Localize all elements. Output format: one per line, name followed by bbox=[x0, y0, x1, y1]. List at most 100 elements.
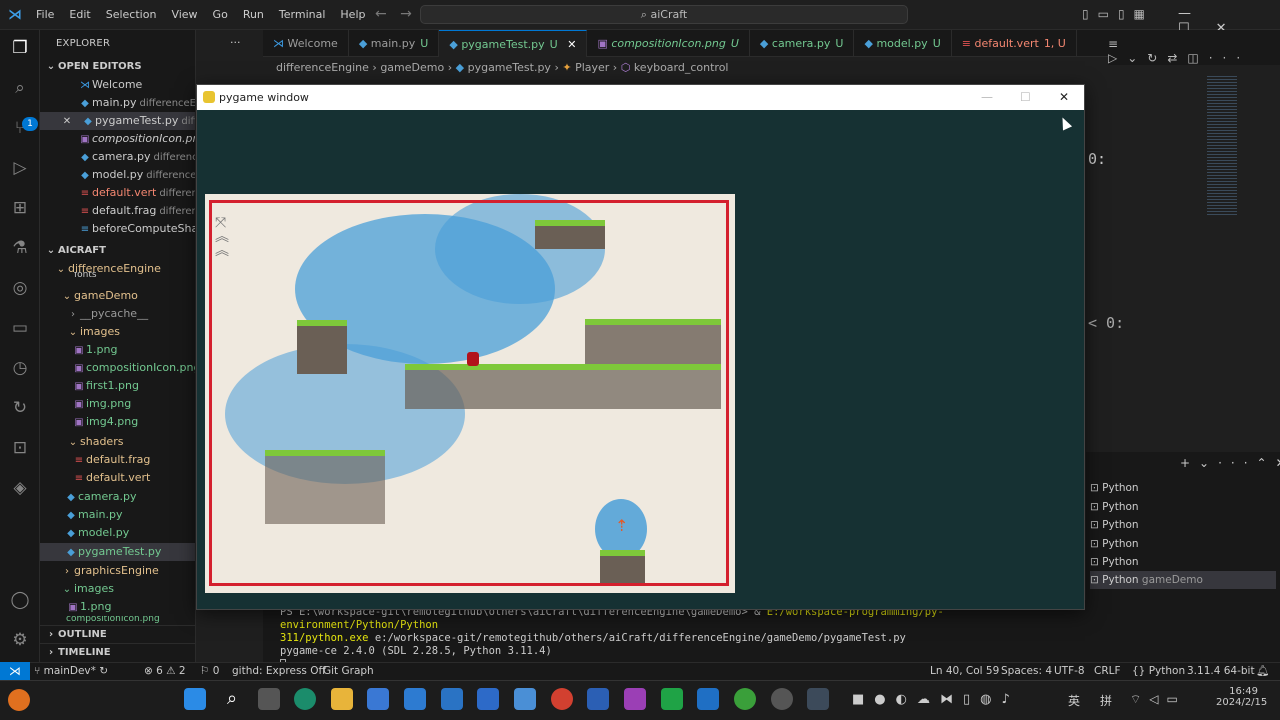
tree-file[interactable]: compositionIcon.png bbox=[40, 616, 195, 624]
menu-view[interactable]: View bbox=[171, 8, 197, 21]
notifications-icon[interactable]: 🔔︎ bbox=[1256, 664, 1269, 677]
outline-header[interactable]: › OUTLINE bbox=[40, 625, 195, 643]
people-icon[interactable] bbox=[514, 688, 536, 710]
close-button[interactable]: ✕ bbox=[1059, 85, 1069, 110]
terminal-session[interactable]: ⊡ Python bbox=[1090, 479, 1276, 497]
python-icon[interactable]: ◈ bbox=[8, 478, 32, 502]
open-editor-item[interactable]: ≡default.vertdifferenc bbox=[40, 184, 195, 202]
menu-selection[interactable]: Selection bbox=[106, 8, 157, 21]
tree-folder[interactable]: ⌄ images bbox=[40, 580, 195, 598]
open-editor-item[interactable]: ◆model.pydifferenceEng bbox=[40, 166, 195, 184]
chrome-icon[interactable] bbox=[551, 688, 573, 710]
maximize-button[interactable]: ☐ bbox=[1020, 85, 1031, 110]
open-editor-item[interactable]: ✕ ◆pygameTest.pydifferenceE bbox=[40, 112, 195, 130]
open-editor-item[interactable]: ▣ compositionIcon.png bbox=[40, 130, 195, 148]
tree-file[interactable]: ▣ compositionIcon.png bbox=[40, 359, 195, 377]
breadcrumb-item[interactable]: Player bbox=[575, 61, 609, 74]
python-taskbar-icon[interactable] bbox=[807, 688, 829, 710]
terminal-session[interactable]: ⊡ Python bbox=[1090, 535, 1276, 553]
open-editor-item[interactable]: ◆camera.pydifferenceEng bbox=[40, 148, 195, 166]
pycharm-icon[interactable] bbox=[661, 688, 683, 710]
tree-file[interactable]: ◆ pygameTest.py bbox=[40, 543, 195, 561]
tab-camera-py[interactable]: ◆ camera.py U bbox=[750, 30, 855, 57]
system-tray-icons[interactable]: ■●◐☁⧓▯◍♪ bbox=[852, 692, 1020, 707]
tree-file[interactable]: ▣ img4.png bbox=[40, 413, 195, 431]
tree-file[interactable]: ≡ default.frag bbox=[40, 451, 195, 469]
tree-file[interactable]: ▣ first1.png bbox=[40, 377, 195, 395]
mail-icon[interactable] bbox=[404, 688, 426, 710]
githd-status[interactable]: githd: Express Off bbox=[232, 665, 326, 677]
clock[interactable]: 16:49 2024/2/15 bbox=[1216, 686, 1267, 708]
panel-actions[interactable]: +⌄···⌃✕ bbox=[1180, 456, 1280, 470]
remote-icon[interactable]: ◎ bbox=[8, 278, 32, 302]
editor-actions[interactable]: ≡ ▷⌄↻⇄◫··· bbox=[1108, 37, 1280, 65]
timer-icon[interactable]: ◷ bbox=[8, 358, 32, 382]
extensions-icon[interactable]: ⊞ bbox=[8, 198, 32, 222]
menu-run[interactable]: Run bbox=[243, 8, 264, 21]
chrome-alt-icon[interactable] bbox=[734, 688, 756, 710]
terminal-session[interactable]: ⊡ Python gameDemo bbox=[1090, 571, 1276, 589]
folder-icon[interactable]: ▭ bbox=[8, 318, 32, 342]
tree-folder[interactable]: fonts bbox=[40, 272, 195, 282]
ports-status[interactable]: ⚐ 0 bbox=[200, 665, 219, 677]
more-actions-icon[interactable]: ··· bbox=[230, 36, 241, 49]
tree-folder[interactable]: ⌄ shaders bbox=[40, 433, 195, 451]
open-editors-header[interactable]: ⌄ OPEN EDITORS bbox=[40, 58, 195, 76]
tree-file[interactable]: ▣ img.png bbox=[40, 395, 195, 413]
encoding[interactable]: UTF-8 bbox=[1054, 665, 1085, 677]
menu-go[interactable]: Go bbox=[213, 8, 228, 21]
open-editor-item[interactable]: ≡beforeComputeShade bbox=[40, 220, 195, 238]
tree-file[interactable]: ◆ main.py bbox=[40, 506, 195, 524]
testing-icon[interactable]: ⚗ bbox=[8, 238, 32, 262]
close-icon[interactable]: ✕ bbox=[60, 113, 74, 130]
menu-help[interactable]: Help bbox=[340, 8, 365, 21]
language-mode[interactable]: {} Python bbox=[1132, 665, 1185, 677]
tree-file[interactable]: ▣ 1.png bbox=[40, 598, 195, 616]
tab-model-py[interactable]: ◆ model.py U bbox=[854, 30, 952, 57]
ime-mode[interactable]: 拼 bbox=[1100, 692, 1112, 709]
open-editor-item[interactable]: ◆main.pydifferenceEngine bbox=[40, 94, 195, 112]
tab-compositionicon-png[interactable]: ▣ compositionIcon.png U bbox=[587, 30, 750, 57]
word-icon[interactable] bbox=[587, 688, 609, 710]
minimize-button[interactable]: — bbox=[981, 85, 993, 110]
vscode-taskbar-icon[interactable] bbox=[441, 688, 463, 710]
tree-file[interactable]: ◆ model.py bbox=[40, 524, 195, 542]
remote-indicator[interactable]: ⋊ bbox=[0, 662, 30, 680]
layout-toggles[interactable]: ▯▭▯▦ bbox=[1082, 7, 1154, 21]
refresh-icon[interactable]: ↻ bbox=[8, 398, 32, 422]
store-icon[interactable] bbox=[367, 688, 389, 710]
outlook-icon[interactable] bbox=[697, 688, 719, 710]
cursor-position[interactable]: Ln 40, Col 59 bbox=[930, 665, 999, 677]
edge-icon[interactable] bbox=[294, 688, 316, 710]
open-editor-item[interactable]: ⋊ Welcome bbox=[40, 76, 195, 94]
app-icon[interactable] bbox=[624, 688, 646, 710]
task-view-icon[interactable] bbox=[258, 688, 280, 710]
tree-folder[interactable]: ⌄ images bbox=[40, 323, 195, 341]
terminal-session[interactable]: ⊡ Python bbox=[1090, 498, 1276, 516]
git-graph-status[interactable]: Git Graph bbox=[323, 665, 374, 677]
tree-file[interactable]: ▣ 1.png bbox=[40, 341, 195, 359]
tab-main-py[interactable]: ◆ main.py U bbox=[349, 30, 440, 57]
terminal-session[interactable]: ⊡ Python bbox=[1090, 516, 1276, 534]
start-icon[interactable] bbox=[184, 688, 206, 710]
timeline-header[interactable]: › TIMELINE bbox=[40, 643, 195, 661]
tree-folder[interactable]: ⌄ gameDemo bbox=[40, 287, 195, 305]
indentation[interactable]: Spaces: 4 bbox=[1001, 665, 1052, 677]
calendar-icon[interactable] bbox=[477, 688, 499, 710]
menu-terminal[interactable]: Terminal bbox=[279, 8, 326, 21]
menu-file[interactable]: File bbox=[36, 8, 54, 21]
tab-pygametest-py[interactable]: ◆ pygameTest.py U ✕ bbox=[439, 30, 588, 57]
tree-file[interactable]: ◆ camera.py bbox=[40, 488, 195, 506]
open-editor-item[interactable]: ≡default.fragdifferenc bbox=[40, 202, 195, 220]
minimap[interactable] bbox=[1203, 70, 1280, 450]
terminal-session[interactable]: ⊡ Python bbox=[1090, 553, 1276, 571]
ime-indicator[interactable]: 英 bbox=[1068, 692, 1080, 709]
tree-file[interactable]: ≡ default.vert bbox=[40, 469, 195, 487]
python-interpreter[interactable]: 3.11.4 64-bit bbox=[1187, 665, 1255, 677]
network-volume-icons[interactable]: ⌔◁▭ bbox=[1130, 692, 1186, 707]
project-header[interactable]: ⌄ AICRAFT bbox=[40, 242, 195, 260]
explorer-icon[interactable]: ❐ bbox=[8, 38, 32, 62]
close-icon[interactable]: ✕ bbox=[567, 38, 576, 51]
settings-icon[interactable] bbox=[771, 688, 793, 710]
search-icon[interactable]: ⌕ bbox=[8, 78, 32, 102]
